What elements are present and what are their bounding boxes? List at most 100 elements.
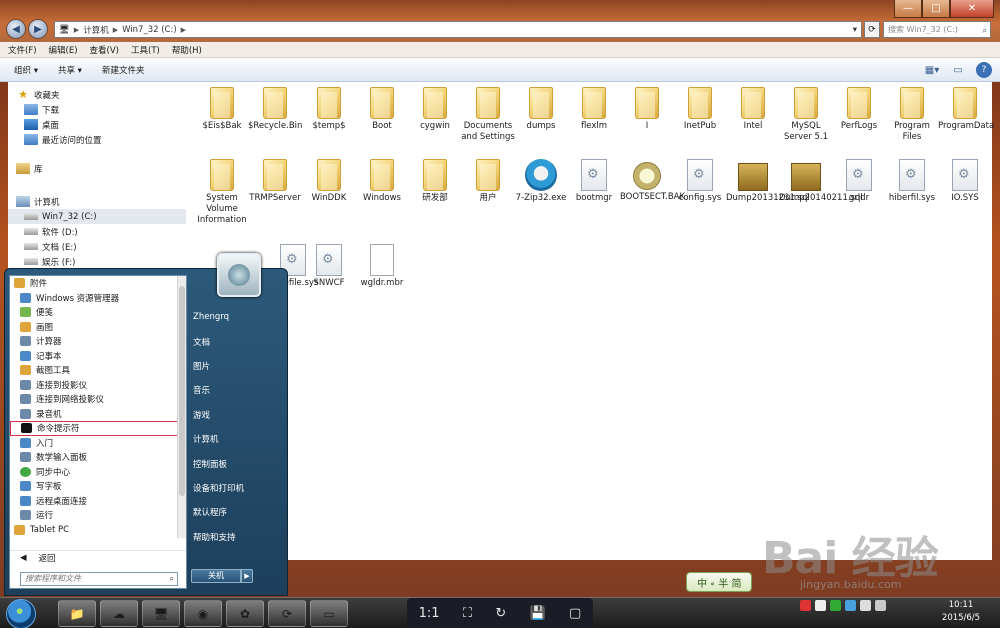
program-explorer[interactable]: Windows 资源管理器 bbox=[10, 291, 178, 306]
cloud-taskbar-icon[interactable]: ☁ bbox=[100, 600, 138, 627]
browser-taskbar-icon[interactable]: ◉ bbox=[184, 600, 222, 627]
file-item[interactable]: Documents and Settings bbox=[461, 87, 515, 143]
file-item[interactable]: 研发部 bbox=[408, 159, 462, 204]
place-computer[interactable]: 计算机 bbox=[191, 427, 287, 451]
menu-view[interactable]: 查看(V) bbox=[90, 44, 119, 56]
explorer-taskbar-icon[interactable]: 📁 bbox=[58, 600, 96, 627]
file-item[interactable]: grldr bbox=[832, 159, 886, 204]
place-devices-printers[interactable]: 设备和打印机 bbox=[191, 476, 287, 500]
file-item[interactable]: wgldr.mbr bbox=[355, 244, 409, 289]
program-paint[interactable]: 画图 bbox=[10, 320, 178, 335]
program-notepad[interactable]: 记事本 bbox=[10, 349, 178, 364]
maximize-button[interactable]: □ bbox=[922, 0, 950, 18]
file-item[interactable]: Program Files bbox=[885, 87, 939, 143]
place-user[interactable]: Zhengrq bbox=[191, 305, 287, 329]
file-item[interactable]: MySQL Server 5.1 bbox=[779, 87, 833, 143]
file-item[interactable]: Intel bbox=[726, 87, 780, 132]
file-item[interactable]: ProgramData bbox=[938, 87, 994, 132]
file-item[interactable]: WinDDK bbox=[302, 159, 356, 204]
program-projector[interactable]: 连接到投影仪 bbox=[10, 378, 178, 393]
nav-recent[interactable]: 最近访问的位置 bbox=[8, 132, 186, 147]
file-item[interactable]: $Eis$Bak bbox=[195, 87, 249, 132]
menu-tools[interactable]: 工具(T) bbox=[131, 44, 160, 56]
monitor-taskbar-icon[interactable]: 🖥 bbox=[142, 600, 180, 627]
command-prompt-taskbar-icon[interactable]: ▭ bbox=[310, 600, 348, 627]
file-item[interactable]: config.sys bbox=[673, 159, 727, 204]
program-snipping-tool[interactable]: 截图工具 bbox=[10, 363, 178, 378]
program-run[interactable]: 运行 bbox=[10, 508, 178, 523]
back-button[interactable]: ◀ 返回 bbox=[10, 550, 186, 564]
file-item[interactable]: Dump20140211.sql bbox=[779, 159, 863, 204]
nav-drive-f[interactable]: 娱乐 (F:) bbox=[8, 254, 186, 269]
save-icon[interactable]: 💾 bbox=[530, 606, 546, 621]
program-wordpad[interactable]: 写字板 bbox=[10, 479, 178, 494]
nav-libraries[interactable]: 库 bbox=[8, 161, 186, 176]
nav-drive-d[interactable]: 软件 (D:) bbox=[8, 224, 186, 239]
file-item[interactable]: InetPub bbox=[673, 87, 727, 132]
place-documents[interactable]: 文档 bbox=[191, 329, 287, 353]
file-item[interactable]: I bbox=[620, 87, 674, 132]
place-games[interactable]: 游戏 bbox=[191, 403, 287, 427]
program-command-prompt[interactable]: 命令提示符 bbox=[10, 421, 178, 436]
accessories-folder[interactable]: 附件 bbox=[10, 276, 178, 291]
taskbar-clock[interactable]: 10:11 2015/6/5 bbox=[938, 599, 984, 625]
file-item[interactable]: bootmgr bbox=[567, 159, 621, 204]
file-item[interactable]: System Volume Information bbox=[195, 159, 249, 226]
new-folder-button[interactable]: 新建文件夹 bbox=[102, 64, 145, 76]
tablet-pc-folder[interactable]: Tablet PC bbox=[10, 523, 178, 538]
breadcrumb-computer[interactable]: 计算机 bbox=[79, 24, 113, 36]
program-math-input[interactable]: 数学输入面板 bbox=[10, 450, 178, 465]
ime-toolbar[interactable]: 中 ∘ 半 简 bbox=[686, 572, 753, 592]
search-input[interactable]: 搜索 Win7_32 (C:) ⌕ bbox=[883, 21, 991, 38]
address-bar[interactable]: 🖥 ▶ 计算机 ▶ Win7_32 (C:) ▶ ▾ bbox=[54, 21, 862, 38]
nav-favorites[interactable]: ★ 收藏夹 bbox=[8, 87, 186, 102]
program-network-projector[interactable]: 连接到网络投影仪 bbox=[10, 392, 178, 407]
shutdown-button[interactable]: 关机 bbox=[191, 569, 241, 583]
help-icon[interactable]: ? bbox=[976, 62, 992, 78]
scrollbar-thumb[interactable] bbox=[179, 286, 185, 496]
file-item[interactable]: BOOTSECT.BAK bbox=[620, 159, 685, 203]
user-avatar[interactable] bbox=[217, 253, 261, 297]
file-item[interactable]: 用户 bbox=[461, 159, 515, 204]
start-search-input[interactable]: 搜索程序和文件 ⌕ bbox=[20, 572, 178, 586]
menu-file[interactable]: 文件(F) bbox=[8, 44, 37, 56]
refresh-button[interactable]: ⟳ bbox=[864, 21, 880, 38]
program-getting-started[interactable]: 入门 bbox=[10, 436, 178, 451]
back-arrow-icon[interactable]: ◀ bbox=[6, 19, 26, 39]
window-icon[interactable]: ▢ bbox=[569, 606, 581, 621]
actual-size-button[interactable]: 1:1 bbox=[419, 606, 440, 621]
file-item[interactable]: Windows bbox=[355, 159, 409, 204]
place-help-support[interactable]: 帮助和支持 bbox=[191, 525, 287, 549]
volume-tray-icon[interactable] bbox=[875, 600, 886, 611]
nav-desktop[interactable]: 桌面 bbox=[8, 117, 186, 132]
place-music[interactable]: 音乐 bbox=[191, 378, 287, 402]
flag-tray-icon[interactable] bbox=[860, 600, 871, 611]
place-default-programs[interactable]: 默认程序 bbox=[191, 500, 287, 524]
program-sync-center[interactable]: 同步中心 bbox=[10, 465, 178, 480]
file-item[interactable]: IO.SYS bbox=[938, 159, 992, 204]
minimize-button[interactable]: — bbox=[894, 0, 922, 18]
organize-button[interactable]: 组织 ▾ bbox=[14, 64, 38, 76]
file-item[interactable]: TRMPServer bbox=[248, 159, 302, 204]
program-sound-recorder[interactable]: 录音机 bbox=[10, 407, 178, 422]
nav-drive-c[interactable]: Win7_32 (C:) bbox=[8, 209, 186, 224]
file-item[interactable]: PerfLogs bbox=[832, 87, 886, 132]
program-calculator[interactable]: 计算器 bbox=[10, 334, 178, 349]
file-item[interactable]: $Recycle.Bin bbox=[248, 87, 302, 132]
media-taskbar-icon[interactable]: ✿ bbox=[226, 600, 264, 627]
preview-pane-icon[interactable]: ▭ bbox=[950, 62, 966, 78]
breadcrumb-drive[interactable]: Win7_32 (C:) bbox=[118, 25, 181, 35]
view-options-icon[interactable]: ▦▾ bbox=[924, 62, 940, 78]
file-item[interactable]: hiberfil.sys bbox=[885, 159, 939, 204]
network-tray-icon[interactable] bbox=[845, 600, 856, 611]
program-sticky-notes[interactable]: 便笺 bbox=[10, 305, 178, 320]
chevron-down-icon[interactable]: ▾ bbox=[849, 25, 861, 35]
program-remote-desktop[interactable]: 远程桌面连接 bbox=[10, 494, 178, 509]
file-item[interactable]: flexlm bbox=[567, 87, 621, 132]
nav-downloads[interactable]: 下载 bbox=[8, 102, 186, 117]
menu-edit[interactable]: 编辑(E) bbox=[49, 44, 78, 56]
file-item[interactable]: SNWCF bbox=[302, 244, 356, 289]
file-item[interactable]: dumps bbox=[514, 87, 568, 132]
windows-start-icon[interactable] bbox=[6, 599, 36, 628]
security-tray-icon[interactable] bbox=[830, 600, 841, 611]
